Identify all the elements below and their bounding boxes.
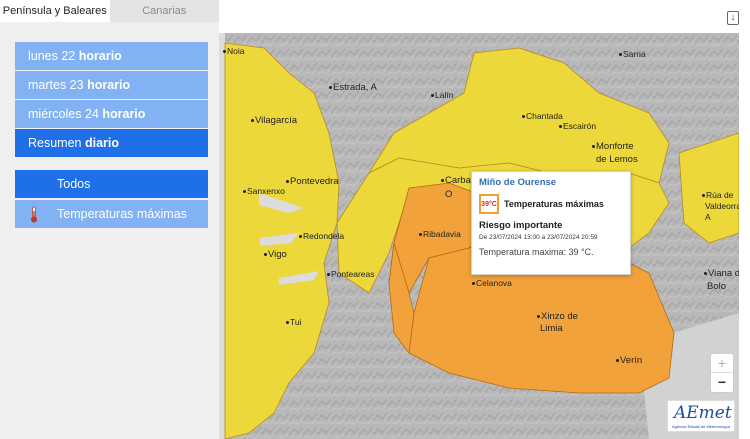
filter-max-temperature-label: Temperaturas máximas: [57, 207, 187, 221]
logo-subtitle: Agencia Estatal de Meteorología: [672, 424, 730, 429]
popup-value: Temperatura maxima: 39 °C.: [479, 247, 594, 257]
logo-name: AEmet: [674, 403, 732, 423]
map-label-noia: Noia: [223, 46, 244, 56]
map-label-carballino-2: O: [445, 189, 453, 200]
map-label-estrada: Estrada, A: [329, 83, 377, 93]
map-label-rua: Rúa de: [702, 190, 733, 200]
filter-all[interactable]: Todos: [15, 170, 208, 198]
popup-risk-level: Riesgo importante: [479, 220, 563, 231]
map-label-vilagarcia: Vilagarcía: [251, 116, 297, 126]
tab-peninsula[interactable]: Península y Baleares: [0, 0, 110, 22]
day-item-lunes[interactable]: lunes 22 horario: [15, 42, 208, 70]
sidebar: Península y Baleares Canarias lunes 22 h…: [0, 0, 219, 439]
app-root: Península y Baleares Canarias lunes 22 h…: [0, 0, 750, 439]
map-label-celanova: Celanova: [472, 278, 512, 288]
map-label-sarria: Sarria: [619, 49, 646, 59]
map-label-ribadavia: Ribadavia: [419, 229, 461, 239]
map-label-lalin: Lalín: [431, 90, 453, 100]
warning-icon-label: 39°C: [481, 200, 497, 208]
download-icon[interactable]: ↓: [727, 11, 739, 25]
map-label-rua-2: Valdeorras: [705, 201, 739, 211]
map-label-verin: Verín: [616, 356, 642, 366]
map-label-carballino: Carbal: [441, 176, 473, 186]
popup-type-row: 39°C Temperaturas máximas: [479, 194, 623, 214]
zoom-out-button[interactable]: −: [711, 373, 733, 392]
popup-date-range: De 23/07/2024 13:00 a 23/07/2024 20:59: [479, 234, 598, 241]
map-label-rua-3: A: [705, 212, 711, 222]
thermometer-icon: [31, 206, 37, 223]
map-label-xinzo-2: Limia: [540, 323, 563, 334]
map-label-sanxenxo: Sanxenxo: [243, 186, 285, 196]
map-label-tui: Tui: [286, 317, 302, 327]
popup-zone-title: Miño de Ourense: [479, 177, 557, 188]
map-label-ponteareas: Ponteareas: [327, 269, 374, 279]
day-item-miercoles[interactable]: miércoles 24 horario: [15, 100, 208, 128]
warning-popup: Miño de Ourense 39°C Temperaturas máxima…: [471, 171, 631, 275]
map-label-viana: Viana d: [704, 269, 739, 279]
phenomenon-filters: Todos Temperaturas máximas: [15, 170, 208, 230]
map-label-monforte-2: de Lemos: [596, 154, 638, 165]
map-label-chantada: Chantada: [522, 111, 563, 121]
day-item-martes[interactable]: martes 23 horario: [15, 71, 208, 99]
map-label-redondela: Redondela: [299, 231, 344, 241]
day-list: lunes 22 horario martes 23 horario miérc…: [15, 42, 208, 158]
zoom-in-button[interactable]: +: [711, 354, 733, 373]
map-label-pontevedra: Pontevedra: [286, 177, 339, 187]
max-temperature-warning-icon: 39°C: [479, 194, 499, 214]
map-label-viana-2: Bolo: [707, 281, 727, 292]
map-label-escairon: Escairón: [559, 121, 596, 131]
map-label-xinzo: Xinzo de: [537, 312, 578, 322]
aemet-logo[interactable]: AEmet Agencia Estatal de Meteorología: [667, 400, 735, 432]
popup-phenomenon: Temperaturas máximas: [504, 199, 604, 209]
tab-canarias[interactable]: Canarias: [109, 0, 219, 22]
map-label-monforte: Monforte: [592, 142, 634, 152]
region-tabs: Península y Baleares Canarias: [0, 0, 219, 22]
filter-max-temperature[interactable]: Temperaturas máximas: [15, 200, 208, 228]
day-item-resumen[interactable]: Resumen diario: [15, 129, 208, 157]
map-label-vigo: Vigo: [264, 250, 287, 260]
zoom-control: + −: [710, 353, 734, 393]
